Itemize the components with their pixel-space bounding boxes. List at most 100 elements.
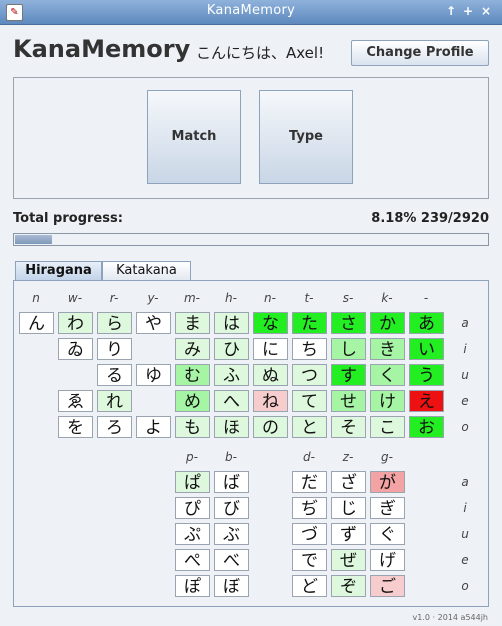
main-kana-cell[interactable]: さ — [331, 312, 366, 334]
voiced-kana-cell[interactable]: が — [370, 471, 405, 493]
main-kana-cell[interactable]: る — [97, 364, 132, 386]
main-kana-cell[interactable]: ら — [97, 312, 132, 334]
main-kana-cell[interactable]: む — [175, 364, 210, 386]
main-kana-cell[interactable]: な — [253, 312, 288, 334]
main-kana-cell[interactable]: み — [175, 338, 210, 360]
main-row-header: e — [461, 394, 469, 408]
main-kana-cell[interactable]: せ — [331, 390, 366, 412]
main-kana-cell[interactable]: た — [292, 312, 327, 334]
voiced-kana-cell[interactable]: ば — [214, 471, 249, 493]
main-column-header: n — [32, 291, 40, 305]
main-column-header: n- — [264, 291, 276, 305]
main-kana-cell[interactable]: か — [370, 312, 405, 334]
tab-katakana[interactable]: Katakana — [102, 261, 191, 280]
main-kana-cell[interactable]: い — [409, 338, 444, 360]
main-kana-cell[interactable]: や — [136, 312, 171, 334]
main-kana-cell[interactable]: ね — [253, 390, 288, 412]
main-kana-cell[interactable]: お — [409, 416, 444, 438]
voiced-column-header: g- — [381, 450, 393, 464]
voiced-kana-cell[interactable]: ぽ — [175, 575, 210, 597]
voiced-kana-cell[interactable]: ぢ — [292, 497, 327, 519]
tab-hiragana[interactable]: Hiragana — [15, 261, 102, 280]
main-kana-cell[interactable]: く — [370, 364, 405, 386]
main-kana-cell[interactable]: し — [331, 338, 366, 360]
voiced-row-header: e — [461, 553, 469, 567]
main-kana-cell[interactable]: ふ — [214, 364, 249, 386]
main-kana-cell[interactable]: ま — [175, 312, 210, 334]
main-kana-cell[interactable]: え — [409, 390, 444, 412]
voiced-kana-cell[interactable]: ぼ — [214, 575, 249, 597]
main-kana-cell[interactable]: て — [292, 390, 327, 412]
main-kana-cell[interactable]: こ — [370, 416, 405, 438]
app-name: KanaMemory — [13, 35, 191, 63]
maximize-icon[interactable]: + — [460, 3, 476, 19]
progress-value: 8.18% 239/2920 — [371, 211, 489, 226]
main-kana-cell[interactable]: を — [58, 416, 93, 438]
main-column-header: w- — [67, 291, 83, 305]
voiced-kana-cell[interactable]: ざ — [331, 471, 366, 493]
voiced-column-header: b- — [225, 450, 237, 464]
voiced-kana-cell[interactable]: ぞ — [331, 575, 366, 597]
voiced-column-header: z- — [342, 450, 354, 464]
main-column-header: t- — [304, 291, 314, 305]
greeting: こんにちは、Axel! — [196, 44, 325, 62]
voiced-kana-cell[interactable]: ご — [370, 575, 405, 597]
voiced-column-header: d- — [303, 450, 315, 464]
main-kana-cell[interactable]: よ — [136, 416, 171, 438]
main-kana-cell[interactable]: は — [214, 312, 249, 334]
main-kana-cell[interactable]: あ — [409, 312, 444, 334]
up-arrow-icon[interactable]: ↑ — [443, 3, 459, 19]
voiced-kana-cell[interactable]: づ — [292, 523, 327, 545]
type-button[interactable]: Type — [259, 90, 353, 184]
main-kana-cell[interactable]: ゆ — [136, 364, 171, 386]
main-column-header: s- — [342, 291, 354, 305]
main-kana-cell[interactable]: に — [253, 338, 288, 360]
main-column-header: m- — [183, 291, 201, 305]
main-kana-cell[interactable]: と — [292, 416, 327, 438]
main-kana-cell[interactable]: ち — [292, 338, 327, 360]
main-kana-cell[interactable]: り — [97, 338, 132, 360]
voiced-kana-cell[interactable]: ぜ — [331, 549, 366, 571]
main-column-header: y- — [147, 291, 159, 305]
main-kana-cell[interactable]: ろ — [97, 416, 132, 438]
main-kana-cell[interactable]: す — [331, 364, 366, 386]
progress-bar — [13, 233, 489, 246]
voiced-kana-cell[interactable]: ず — [331, 523, 366, 545]
main-kana-cell[interactable]: け — [370, 390, 405, 412]
main-kana-cell[interactable]: わ — [58, 312, 93, 334]
voiced-kana-cell[interactable]: び — [214, 497, 249, 519]
main-kana-cell[interactable]: の — [253, 416, 288, 438]
main-kana-cell[interactable]: つ — [292, 364, 327, 386]
main-kana-cell[interactable]: ん — [19, 312, 54, 334]
match-button[interactable]: Match — [147, 90, 241, 184]
voiced-kana-cell[interactable]: ぶ — [214, 523, 249, 545]
main-kana-cell[interactable]: き — [370, 338, 405, 360]
voiced-kana-cell[interactable]: げ — [370, 549, 405, 571]
main-kana-cell[interactable]: ぬ — [253, 364, 288, 386]
main-row-header: u — [461, 368, 469, 382]
main-kana-cell[interactable]: ゐ — [58, 338, 93, 360]
voiced-kana-cell[interactable]: ぷ — [175, 523, 210, 545]
voiced-kana-cell[interactable]: べ — [214, 549, 249, 571]
voiced-kana-cell[interactable]: ぐ — [370, 523, 405, 545]
close-icon[interactable]: × — [478, 3, 494, 19]
voiced-kana-cell[interactable]: ぱ — [175, 471, 210, 493]
main-kana-cell[interactable]: め — [175, 390, 210, 412]
voiced-kana-cell[interactable]: ぎ — [370, 497, 405, 519]
main-kana-cell[interactable]: へ — [214, 390, 249, 412]
main-kana-cell[interactable]: そ — [331, 416, 366, 438]
voiced-kana-cell[interactable]: だ — [292, 471, 327, 493]
voiced-kana-cell[interactable]: ど — [292, 575, 327, 597]
progress-label: Total progress: — [13, 211, 123, 226]
main-kana-cell[interactable]: も — [175, 416, 210, 438]
change-profile-button[interactable]: Change Profile — [351, 40, 489, 66]
voiced-kana-cell[interactable]: ぴ — [175, 497, 210, 519]
main-kana-cell[interactable]: れ — [97, 390, 132, 412]
voiced-kana-cell[interactable]: ぺ — [175, 549, 210, 571]
main-kana-cell[interactable]: ほ — [214, 416, 249, 438]
main-kana-cell[interactable]: ゑ — [58, 390, 93, 412]
main-kana-cell[interactable]: う — [409, 364, 444, 386]
voiced-kana-cell[interactable]: じ — [331, 497, 366, 519]
voiced-kana-cell[interactable]: で — [292, 549, 327, 571]
main-kana-cell[interactable]: ひ — [214, 338, 249, 360]
